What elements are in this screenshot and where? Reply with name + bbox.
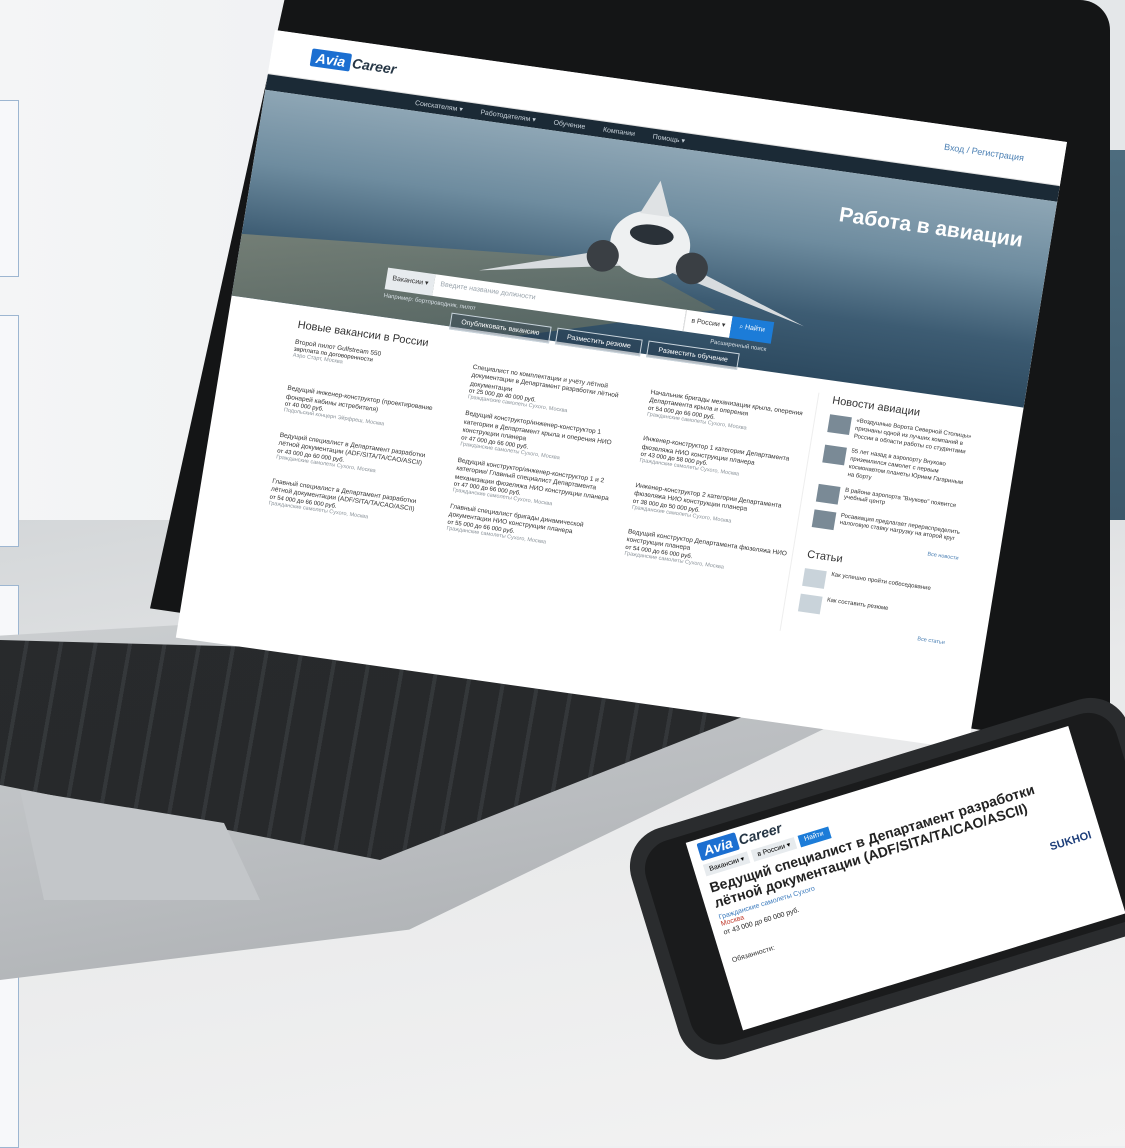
logo-box: Avia: [309, 48, 352, 72]
article-thumbnail: [802, 567, 827, 589]
logo-word: Career: [350, 55, 398, 78]
shelf-panel: [0, 100, 19, 277]
news-thumbnail: [815, 483, 841, 505]
article-thumbnail: [798, 593, 823, 614]
jobs-grid: Второй пилот Gulfstream 550 зарплата по д…: [268, 339, 815, 580]
site-logo[interactable]: Avia Career: [309, 48, 398, 78]
article-title: Как составить резюме: [826, 597, 889, 612]
search-button-label: Найти: [744, 324, 766, 334]
shelf-panel: [0, 315, 19, 547]
news-list: «Воздушные Ворота Северной Столицы» приз…: [811, 414, 979, 547]
news-thumbnail: [827, 414, 852, 436]
nav-item-help[interactable]: Помощь ▾: [652, 133, 685, 145]
nav-item-companies[interactable]: Компании: [603, 126, 636, 137]
login-register-link[interactable]: Вход / Регистрация: [943, 142, 1024, 163]
shelf-panel: [0, 965, 19, 1148]
laptop-screen: Avia Career Вход / Регистрация Соискател…: [175, 30, 1068, 750]
nav-item-training[interactable]: Обучение: [553, 119, 586, 130]
hero-title: Работа в авиации: [837, 203, 1025, 252]
news-thumbnail: [822, 445, 847, 466]
news-thumbnail: [811, 508, 837, 530]
search-button[interactable]: ⌕ Найти: [729, 316, 775, 344]
